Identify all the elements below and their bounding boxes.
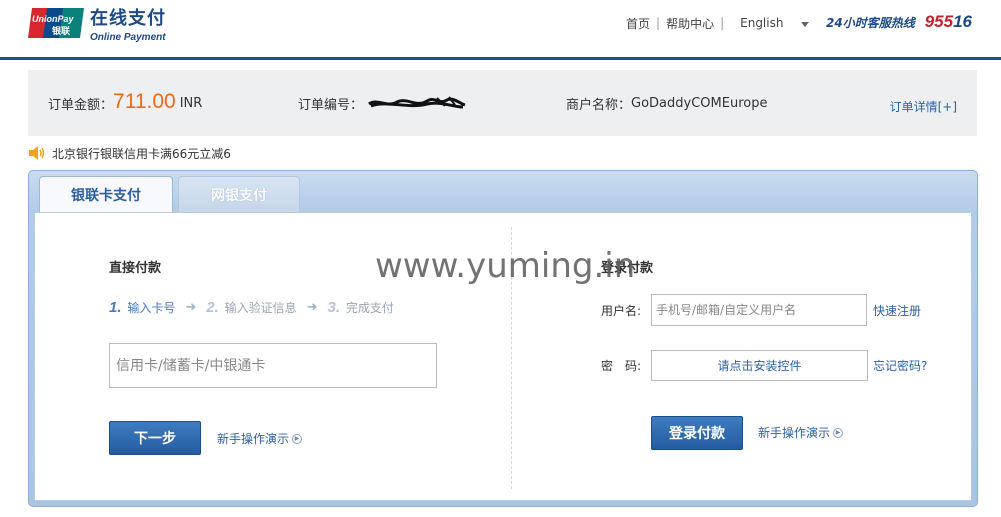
nav-home-link[interactable]: 首页 — [626, 15, 650, 32]
tab-online-banking[interactable]: 网银支付 — [178, 176, 300, 212]
merchant-info: 商户名称： GoDaddyCOMEurope — [566, 70, 767, 136]
top-nav: 首页 | 帮助中心 | English — [626, 14, 810, 32]
play-icon: ▶ — [833, 427, 844, 438]
nav-separator: | — [720, 16, 725, 30]
redacted-scribble — [368, 96, 466, 109]
order-amount-label: 订单金额： — [48, 97, 114, 113]
step-2-label: 输入验证信息 — [224, 301, 297, 315]
next-step-button[interactable]: 下一步 — [109, 421, 201, 455]
hotline-label: 24小时客服热线 — [826, 16, 915, 30]
step-arrow-icon: ➜ — [306, 300, 318, 315]
order-currency: INR — [179, 95, 203, 111]
step-2-number: 2. — [206, 299, 219, 316]
order-summary-bar: 订单金额： 711.00 INR 订单编号： 商户名称： GoDaddyCOME… — [28, 70, 977, 136]
step-3-number: 3. — [327, 299, 341, 316]
watermark: www.yuming.in — [375, 246, 636, 286]
chevron-down-icon — [801, 22, 810, 27]
install-control-button[interactable]: 请点击安装控件 — [651, 350, 868, 381]
login-pay-button[interactable]: 登录付款 — [651, 416, 743, 450]
username-input[interactable] — [651, 294, 867, 326]
nav-help-link[interactable]: 帮助中心 — [666, 15, 714, 32]
language-label: English — [740, 16, 784, 30]
play-icon: ▶ — [292, 433, 303, 444]
step-2: 2. 输入验证信息 — [206, 299, 296, 316]
order-amount-value: 711.00 — [113, 90, 176, 113]
step-3: 3. 完成支付 — [328, 299, 394, 316]
demo-link-left[interactable]: 新手操作演示 ▶ — [217, 430, 303, 447]
step-1-label: 输入卡号 — [127, 301, 176, 315]
hotline-number: 95516 — [925, 12, 972, 32]
demo-link-label: 新手操作演示 — [758, 426, 831, 440]
demo-link-label: 新手操作演示 — [217, 432, 290, 446]
order-number: 订单编号： — [298, 70, 467, 136]
order-number-label: 订单编号： — [298, 97, 364, 113]
forgot-password-link[interactable]: 忘记密码? — [873, 357, 927, 374]
order-details-link[interactable]: 订单详情[+] — [890, 98, 957, 115]
logo-text-top: UnionPay — [32, 14, 75, 24]
demo-link-right[interactable]: 新手操作演示 ▶ — [758, 424, 844, 441]
hotline: 24小时客服热线 95516 — [826, 12, 972, 32]
brand-title-en: Online Payment — [90, 32, 166, 43]
promo-text: 北京银行银联信用卡满66元立减6 — [52, 146, 231, 161]
header-divider — [0, 57, 1001, 60]
payment-panel: 银联卡支付 网银支付 直接付款 1. 输入卡号 ➜ 2. 输入验证信息 ➜ 3.… — [28, 170, 978, 507]
username-label: 用户名: — [601, 304, 642, 318]
register-link[interactable]: 快速注册 — [873, 302, 921, 319]
nav-separator: | — [656, 16, 661, 30]
tab-unionpay-card[interactable]: 银联卡支付 — [39, 176, 173, 213]
logo-text-bottom: 银联 — [52, 25, 71, 37]
direct-pay-steps: 1. 输入卡号 ➜ 2. 输入验证信息 ➜ 3. 完成支付 — [109, 299, 394, 316]
step-1-number: 1. — [109, 299, 122, 316]
page-header: UnionPay 银联 在线支付 Online Payment 首页 | 帮助中… — [0, 0, 1001, 60]
speaker-icon — [29, 146, 45, 160]
hotline-number-suffix: 16 — [953, 12, 972, 31]
direct-pay-title: 直接付款 — [109, 261, 162, 276]
step-arrow-icon: ➜ — [185, 300, 197, 315]
language-select[interactable]: English — [740, 16, 810, 30]
order-amount: 订单金额： 711.00 INR — [48, 70, 202, 136]
password-label: 密 码: — [601, 359, 642, 373]
promo-banner: 北京银行银联信用卡满66元立减6 — [28, 144, 231, 162]
step-3-label: 完成支付 — [345, 301, 394, 315]
card-number-input[interactable] — [109, 343, 437, 388]
brand-title-cn: 在线支付 — [90, 8, 166, 29]
step-1: 1. 输入卡号 — [109, 299, 175, 316]
hotline-number-prefix: 955 — [924, 12, 954, 31]
merchant-label: 商户名称： — [566, 97, 632, 113]
merchant-name: GoDaddyCOMEurope — [631, 95, 768, 111]
brand-title: 在线支付 Online Payment — [90, 4, 166, 43]
unionpay-logo[interactable]: UnionPay 银联 — [28, 6, 84, 40]
